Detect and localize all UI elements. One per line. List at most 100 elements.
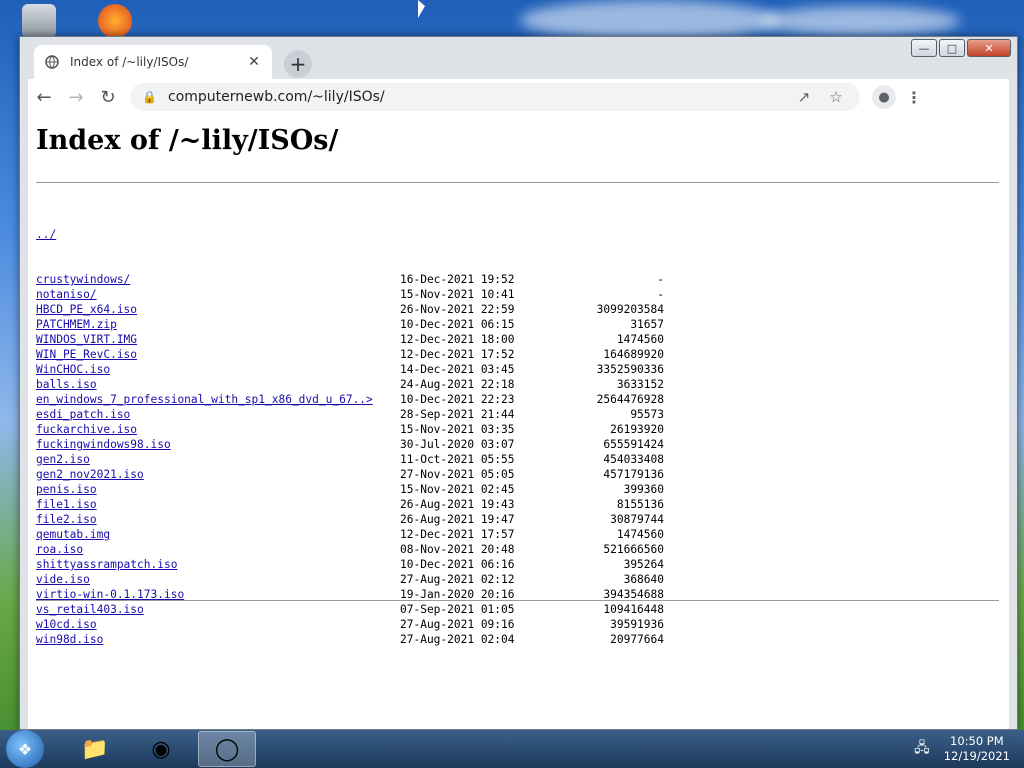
list-item: HBCD_PE_x64.iso 26-Nov-2021 22:59 30992035… [36,302,664,317]
desktop-cloud [520,0,780,40]
file-size: 395264 [623,558,664,571]
list-item: balls.iso 24-Aug-2021 22:18 3633152 [36,377,664,392]
file-size: 109416448 [603,603,664,616]
file-date: 15-Nov-2021 03:35 [400,423,515,436]
file-link[interactable]: roa.iso [36,542,400,557]
desktop-cloud [760,6,960,36]
file-link[interactable]: PATCHMEM.zip [36,317,400,332]
close-window-button[interactable]: ✕ [967,39,1011,57]
reload-button[interactable]: ↻ [92,81,124,113]
file-date: 24-Aug-2021 22:18 [400,378,515,391]
file-link[interactable]: file1.iso [36,497,400,512]
file-link[interactable]: notaniso/ [36,287,400,302]
file-size: 368640 [623,573,664,586]
file-size: 655591424 [603,438,664,451]
explorer-taskbar-icon[interactable]: 📁 [66,731,124,767]
bottom-divider [36,600,999,601]
file-size: 95573 [630,408,664,421]
file-date: 12-Dec-2021 17:52 [400,348,515,361]
profile-avatar-icon[interactable]: ● [872,85,896,109]
file-date: 08-Nov-2021 20:48 [400,543,515,556]
start-button[interactable]: ❖ [6,730,44,768]
page-content: Index of /~lily/ISOs/ ../ crustywindows/… [28,115,1009,729]
list-item: gen2.iso 11-Oct-2021 05:55 454033408 [36,452,664,467]
share-icon[interactable]: ↗ [792,88,816,106]
mouse-cursor-icon [418,0,425,18]
maximize-button[interactable]: □ [939,39,965,57]
globe-favicon-icon [44,54,60,70]
file-link[interactable]: HBCD_PE_x64.iso [36,302,400,317]
list-item: WINDOS_VIRT.IMG 12-Dec-2021 18:00 1474560 [36,332,664,347]
file-date: 30-Jul-2020 03:07 [400,438,515,451]
file-link[interactable]: w10cd.iso [36,617,400,632]
list-item: w10cd.iso 27-Aug-2021 09:16 39591936 [36,617,664,632]
file-date: 15-Nov-2021 10:41 [400,288,515,301]
network-icon[interactable]: 🖧 [914,737,930,761]
file-link[interactable]: shittyassrampatch.iso [36,557,400,572]
file-link[interactable]: WinCHOC.iso [36,362,400,377]
file-date: 11-Oct-2021 05:55 [400,453,515,466]
taskbar: ❖ 📁 ◉ ◯ 🖧 10:50 PM 12/19/2021 [0,730,1024,768]
file-link[interactable]: win98d.iso [36,632,400,647]
forward-button[interactable]: → [60,81,92,113]
file-date: 15-Nov-2021 02:45 [400,483,515,496]
menu-kebab-icon[interactable]: ⋮ [906,88,922,107]
file-link[interactable]: balls.iso [36,377,400,392]
list-item: file1.iso 26-Aug-2021 19:43 8155136 [36,497,664,512]
minimize-button[interactable]: — [911,39,937,57]
file-size: 8155136 [616,498,664,511]
tab-title: Index of /~lily/ISOs/ [70,55,189,69]
file-link[interactable]: fuckarchive.iso [36,422,400,437]
list-item: qemutab.img 12-Dec-2021 17:57 1474560 [36,527,664,542]
list-item: vide.iso 27-Aug-2021 02:12 368640 [36,572,664,587]
parent-row: ../ [36,227,664,242]
file-link[interactable]: gen2_nov2021.iso [36,467,400,482]
file-link[interactable]: qemutab.img [36,527,400,542]
file-link[interactable]: crustywindows/ [36,272,400,287]
file-date: 14-Dec-2021 03:45 [400,363,515,376]
file-link[interactable]: fuckingwindows98.iso [36,437,400,452]
file-link[interactable]: vide.iso [36,572,400,587]
file-size: 31657 [630,318,664,331]
file-link[interactable]: WINDOS_VIRT.IMG [36,332,400,347]
file-size: 164689920 [603,348,664,361]
file-link[interactable]: file2.iso [36,512,400,527]
file-link[interactable]: penis.iso [36,482,400,497]
address-bar[interactable]: 🔒 computernewb.com/~lily/ISOs/ ↗ ☆ [130,83,860,111]
file-link[interactable]: en_windows_7_professional_with_sp1_x86_d… [36,392,400,407]
recycle-bin-icon[interactable] [22,4,56,38]
file-size: 3633152 [616,378,664,391]
tab-bar: Index of /~lily/ISOs/ ✕ + [28,45,907,79]
file-link[interactable]: vs_retail403.iso [36,602,400,617]
list-item: WinCHOC.iso 14-Dec-2021 03:45 3352590336 [36,362,664,377]
file-size: - [657,273,664,286]
new-tab-button[interactable]: + [284,50,312,78]
list-item: PATCHMEM.zip 10-Dec-2021 06:15 31657 [36,317,664,332]
back-button[interactable]: ← [28,81,60,113]
file-size: 399360 [623,483,664,496]
list-item: crustywindows/16-Dec-2021 19:52 - [36,272,664,287]
file-link[interactable]: esdi_patch.iso [36,407,400,422]
system-tray: 🖧 10:50 PM 12/19/2021 [914,734,1010,764]
firefox-taskbar-icon[interactable]: ◉ [132,731,190,767]
page-title: Index of /~lily/ISOs/ [36,125,339,156]
file-size: 3352590336 [596,363,664,376]
parent-directory-link[interactable]: ../ [36,227,400,242]
file-size: 1474560 [616,528,664,541]
file-date: 07-Sep-2021 01:05 [400,603,515,616]
file-size: 1474560 [616,333,664,346]
file-link[interactable]: gen2.iso [36,452,400,467]
clock[interactable]: 10:50 PM 12/19/2021 [944,734,1010,764]
file-link[interactable]: WIN_PE_RevC.iso [36,347,400,362]
file-size: 457179136 [603,468,664,481]
chrome-taskbar-icon[interactable]: ◯ [198,731,256,767]
bookmark-star-icon[interactable]: ☆ [824,88,848,106]
tab-active[interactable]: Index of /~lily/ISOs/ ✕ [34,45,272,79]
list-item: penis.iso 15-Nov-2021 02:45 399360 [36,482,664,497]
close-tab-icon[interactable]: ✕ [246,54,262,70]
top-divider [36,182,999,183]
lock-icon[interactable]: 🔒 [142,90,158,104]
firefox-desktop-icon[interactable] [98,4,132,38]
file-size: 3099203584 [596,303,664,316]
list-item: win98d.iso 27-Aug-2021 02:04 20977664 [36,632,664,647]
